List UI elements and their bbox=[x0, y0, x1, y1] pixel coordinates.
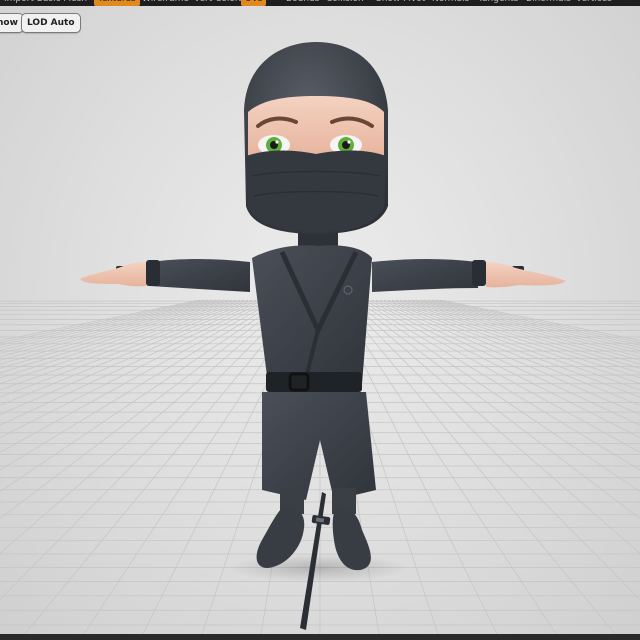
toolbar-item-10[interactable]: Binormals bbox=[522, 0, 575, 6]
toolbar-item-3[interactable]: Vert Colors bbox=[190, 0, 247, 6]
toolbar-item-8[interactable]: Normals bbox=[428, 0, 473, 6]
viewport-toolbar: Import Basic MeshTexturesWireframeVert C… bbox=[0, 0, 640, 6]
toolbar-item-2[interactable]: Wireframe bbox=[138, 0, 193, 6]
belt bbox=[266, 372, 362, 392]
toolbar-item-5[interactable]: Bounds bbox=[282, 0, 324, 6]
toolbar-item-7[interactable]: Show Pivot bbox=[372, 0, 429, 6]
ground-shadow bbox=[228, 554, 408, 582]
toolbar-item-0[interactable]: Import Basic Mesh bbox=[0, 0, 91, 6]
toolbar-item-11[interactable]: Vertices bbox=[572, 0, 616, 6]
bottom-status-bar bbox=[0, 634, 640, 640]
toolbar-item-9[interactable]: Tangents bbox=[474, 0, 522, 6]
left-arm bbox=[80, 259, 250, 292]
ninja-character-model[interactable] bbox=[0, 0, 640, 640]
toolbar-item-4[interactable]: UVs bbox=[241, 0, 267, 6]
lod-auto-button[interactable]: LOD Auto bbox=[21, 13, 81, 33]
pants bbox=[262, 392, 376, 500]
toolbar-item-6[interactable]: Collision bbox=[322, 0, 368, 6]
3d-viewport[interactable]: Import Basic MeshTexturesWireframeVert C… bbox=[0, 0, 640, 640]
toolbar-item-1[interactable]: Textures bbox=[94, 0, 140, 6]
right-arm bbox=[372, 259, 566, 292]
